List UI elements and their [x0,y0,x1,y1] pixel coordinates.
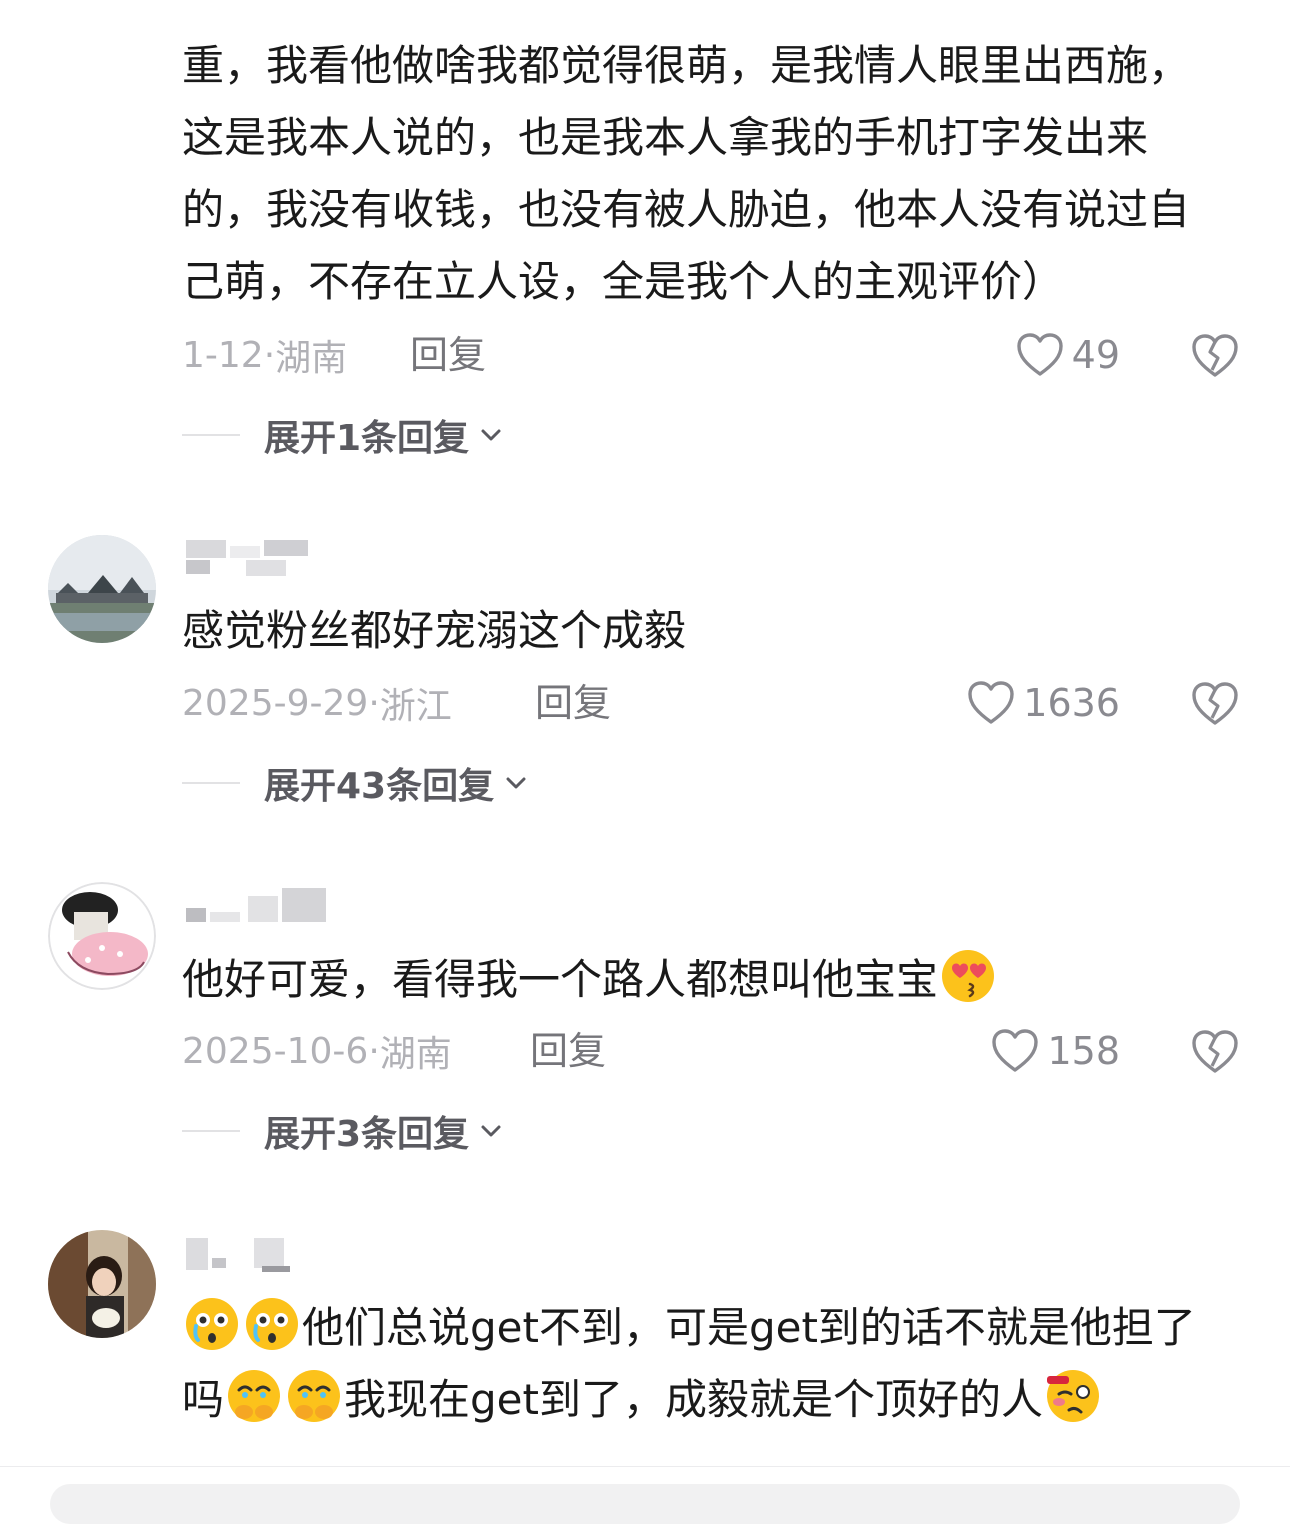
separator: · [368,682,380,724]
comment-1-text: 重，我看他做啥我都觉得很萌，是我情人眼里出西施， 这是我本人说的，也是我本人拿我… [182,30,1252,318]
comment-2-meta: 2025-9-29 · 浙江 [182,678,452,728]
expand-replies-button[interactable]: 展开1条回复 [182,410,503,460]
divider [182,782,240,784]
broken-heart-icon[interactable] [1190,330,1240,380]
reply-button[interactable]: 回复 [535,678,611,728]
comment-text-line: 己萌，不存在立人设，全是我个人的主观评价） [182,257,1065,306]
comment-text-body: 他们总说get不到，可是get到的话不就是他担了 [302,1303,1196,1352]
avatar[interactable] [48,1230,156,1338]
comment-4-text: 他们总说get不到，可是get到的话不就是他担了 吗 我现在get到了，成毅就是… [182,1292,1252,1436]
chevron-down-icon [481,429,501,441]
flushed-crying-emoji [186,1298,238,1350]
comment-2-text: 感觉粉丝都好宠溺这个成毅 [182,606,687,655]
comment-text-line: 这是我本人说的，也是我本人拿我的手机打字发出来 [182,113,1149,162]
heart-outline-icon [1016,333,1063,376]
blurred-username[interactable] [182,538,312,582]
broken-heart-icon[interactable] [1190,678,1240,728]
divider [182,434,240,436]
avatar-image [48,535,156,643]
comment-text-line: 重，我看他做啥我都觉得很萌，是我情人眼里出西施， [182,41,1191,90]
comment-location: 浙江 [379,686,452,727]
like-button[interactable]: 1636 [967,678,1120,728]
separator: · [263,334,276,376]
blurred-username-image [186,1238,290,1272]
expand-replies-button[interactable]: 展开3条回复 [182,1106,503,1156]
reply-button[interactable]: 回复 [530,1026,606,1076]
avatar[interactable] [48,535,156,643]
blurred-username-image [186,888,326,922]
comment-3-meta: 2025-10-6 · 湖南 [182,1026,452,1076]
comment-text-body: 我现在get到了，成毅就是个顶好的人 [344,1375,1043,1424]
expand-replies-label: 展开3条回复 [264,1114,470,1155]
like-count: 49 [1071,333,1120,377]
avatar[interactable] [48,882,156,990]
comment-text-body: 他好可爱，看得我一个路人都想叫他宝宝 [182,955,939,1004]
comment-input-field[interactable] [50,1484,1240,1524]
holding-back-tears-emoji [228,1370,281,1422]
like-count: 158 [1047,1029,1120,1073]
comment-location: 湖南 [275,338,348,379]
holding-back-tears-emoji [288,1370,341,1422]
comment-date: 2025-9-29 [182,682,369,724]
comment-date: 2025-10-6 [182,1030,369,1072]
like-count: 1636 [1023,681,1120,725]
comment-1-meta: 1-12 · 湖南 [182,330,347,380]
like-button[interactable]: 158 [991,1026,1120,1076]
comment-location: 湖南 [379,1034,452,1075]
divider [182,1130,240,1132]
expand-replies-label: 展开1条回复 [264,418,470,459]
avatar-image [48,882,156,990]
flushed-crying-emoji [246,1298,298,1350]
comment-date: 1-12 [182,334,264,376]
chevron-down-icon [481,1125,501,1137]
woozy-emoji [1046,1370,1099,1422]
comment-text-line: 吗 我现在get到了，成毅就是个顶好的人 [182,1364,1252,1436]
heart-outline-icon [992,1029,1039,1072]
expand-replies-button[interactable]: 展开43条回复 [182,758,528,808]
comment-text-line: 的，我没有收钱，也没有被人胁迫，他本人没有说过自 [182,185,1191,234]
reply-button[interactable]: 回复 [410,330,486,380]
heart-eyes-kiss-emoji [942,950,995,1002]
chevron-down-icon [506,777,526,789]
expand-replies-label: 展开43条回复 [264,766,495,807]
broken-heart-icon[interactable] [1190,1026,1240,1076]
comment-text-body: 吗 [182,1375,225,1424]
heart-outline-icon [968,681,1014,724]
like-button[interactable]: 49 [1016,330,1120,380]
separator: · [368,1030,380,1072]
comment-3-text: 他好可爱，看得我一个路人都想叫他宝宝 [182,944,1252,1016]
avatar-image [48,1230,156,1338]
comment-text-line: 他们总说get不到，可是get到的话不就是他担了 [182,1292,1252,1364]
blurred-username[interactable] [182,1236,312,1280]
blurred-username-image [186,540,308,576]
blurred-username[interactable] [182,886,326,930]
